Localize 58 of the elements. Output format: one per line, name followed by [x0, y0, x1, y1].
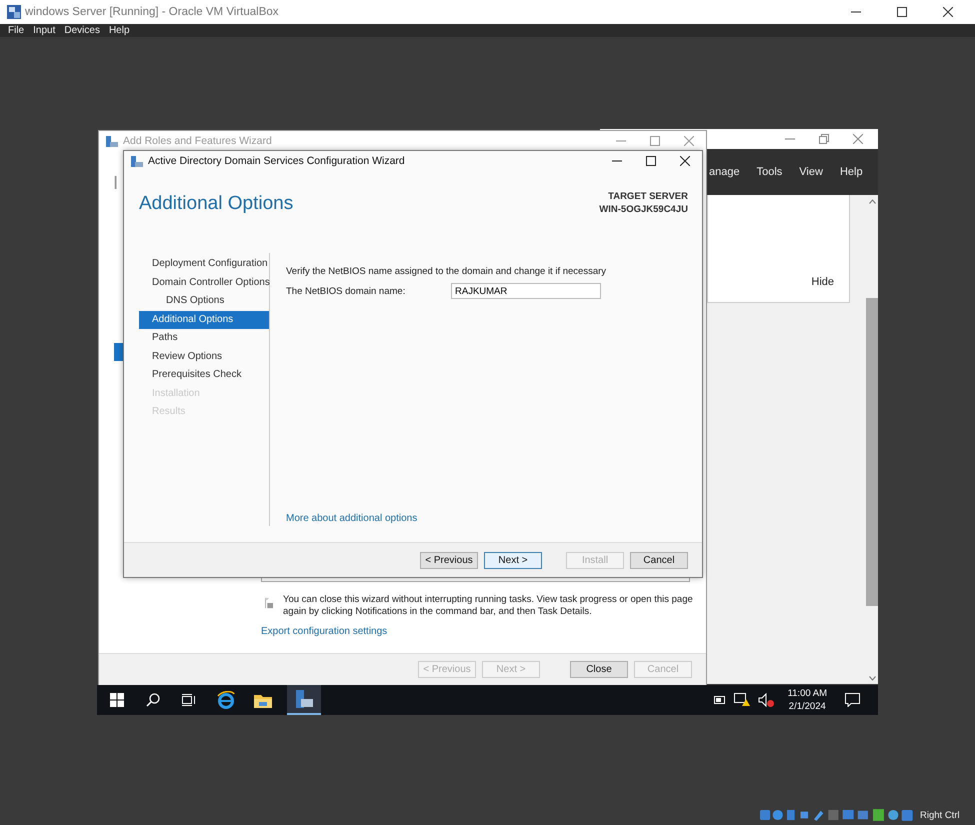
battery-icon[interactable]: [714, 696, 726, 704]
wizard-step[interactable]: Paths: [139, 329, 269, 348]
field-label: The NetBIOS domain name:: [286, 286, 406, 296]
server-icon: [294, 689, 314, 709]
menu-item[interactable]: File: [8, 25, 24, 38]
page-heading: Additional Options: [139, 193, 294, 216]
menu-item[interactable]: View: [799, 166, 823, 178]
menu-item[interactable]: Input: [33, 25, 56, 38]
help-link[interactable]: More about additional options: [286, 513, 418, 524]
network-warning-icon[interactable]: [734, 693, 750, 707]
clock-time[interactable]: 11:00 AM: [788, 687, 827, 700]
windows-logo-icon[interactable]: [110, 693, 124, 707]
window-title: Add Roles and Features Wizard: [123, 135, 272, 147]
close-icon[interactable]: [943, 7, 953, 17]
target-server-name: WIN-5OGJK59C4JU: [599, 204, 688, 215]
window-title: Active Directory Domain Services Configuration Wizard: [148, 155, 405, 167]
menu-item[interactable]: Help: [840, 166, 863, 178]
close-icon[interactable]: [680, 156, 690, 166]
server-icon: [106, 136, 118, 146]
hide-link[interactable]: Hide: [811, 276, 834, 288]
selected-step: [114, 343, 124, 361]
scroll-down-icon[interactable]: [868, 676, 876, 681]
menu-item[interactable]: anage: [709, 166, 740, 178]
page-heading: I: [113, 173, 118, 195]
netbios-name-field[interactable]: RAJKUMAR: [451, 283, 601, 299]
wizard-step[interactable]: Review Options: [139, 348, 269, 366]
speaker-muted-icon[interactable]: [758, 693, 774, 707]
wizard-step[interactable]: DNS Options: [139, 292, 269, 310]
instruction-text: Verify the NetBIOS name assigned to the domain and change it if necessary: [286, 266, 608, 277]
scroll-up-icon[interactable]: [868, 199, 876, 204]
app-icon: [7, 5, 21, 19]
folder-icon[interactable]: [254, 692, 272, 708]
wizard-button[interactable]: < Previous: [420, 552, 478, 568]
menu-item[interactable]: Help: [108, 25, 130, 38]
notice-text: You can close this wizard without interrupting running tasks. View task progress or open this page again by clicking Notifications in the command bar, and then Task Details.: [283, 594, 694, 618]
server-icon: [131, 156, 143, 166]
wizard-button[interactable]: Close: [570, 661, 628, 678]
browser-icon[interactable]: [217, 691, 235, 709]
search-icon[interactable]: [146, 693, 160, 707]
notifications-icon[interactable]: [845, 693, 860, 707]
menu-item[interactable]: Devices: [64, 25, 100, 38]
maximize-icon[interactable]: [897, 7, 907, 17]
wizard-button[interactable]: Next >: [484, 552, 542, 568]
wizard-step[interactable]: Deployment Configuration: [139, 255, 269, 274]
target-server-label: TARGET SERVER: [608, 191, 688, 202]
wizard-step[interactable]: Prerequisites Check: [139, 366, 269, 384]
host-key-label: Right Ctrl: [920, 810, 960, 820]
task-view-icon[interactable]: [182, 694, 196, 706]
wizard-step[interactable]: Additional Options: [139, 310, 269, 329]
restore-icon[interactable]: [819, 134, 829, 144]
scroll-thumb[interactable]: [866, 298, 878, 606]
window-title: windows Server [Running] - Oracle VM VirtualBox: [25, 6, 279, 18]
export-link[interactable]: Export configuration settings: [261, 626, 388, 637]
taskbar-app-button[interactable]: [287, 685, 321, 715]
menu-item[interactable]: Tools: [756, 166, 782, 178]
wizard-button[interactable]: Cancel: [630, 552, 688, 568]
wizard-step[interactable]: Domain Controller Options: [139, 274, 269, 292]
clock-date[interactable]: 2/1/2024: [788, 700, 826, 713]
